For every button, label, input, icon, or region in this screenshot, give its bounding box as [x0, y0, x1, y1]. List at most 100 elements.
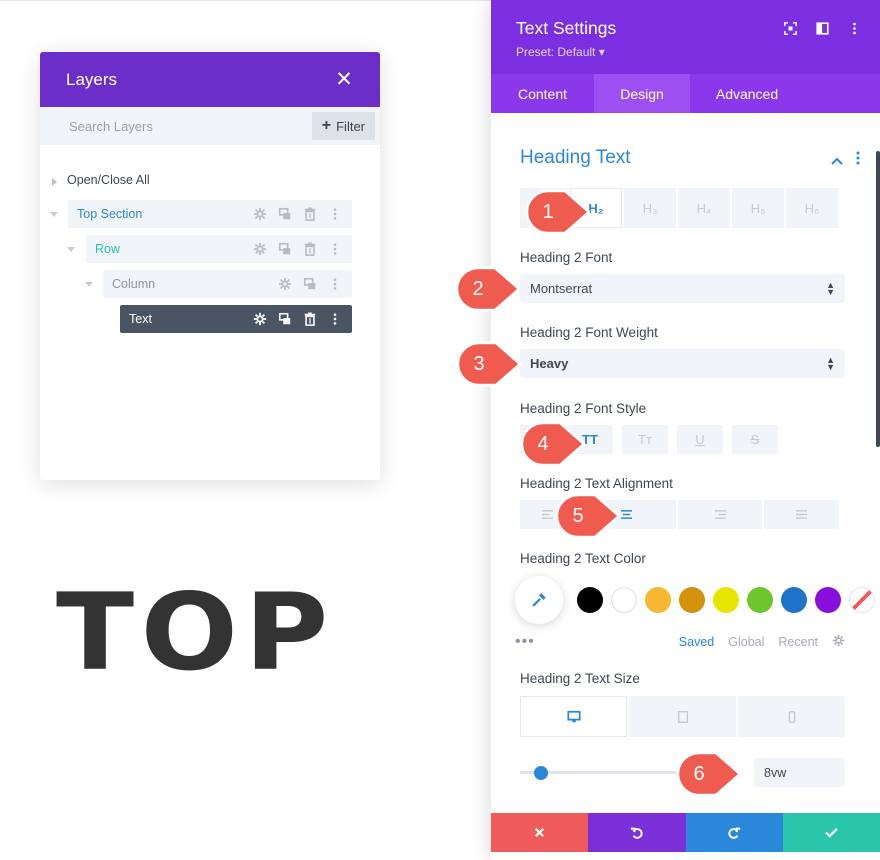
color-swatch[interactable] [679, 587, 705, 613]
more-icon[interactable] [327, 241, 343, 257]
text-color-label: Heading 2 Text Color [520, 551, 646, 566]
duplicate-icon[interactable] [277, 311, 293, 327]
filter-label: Filter [336, 118, 365, 134]
caret-down-icon[interactable] [67, 247, 75, 252]
layer-label: Text [129, 312, 152, 326]
tab-advanced[interactable]: Advanced [690, 74, 804, 113]
trash-icon[interactable] [302, 241, 318, 257]
layer-text-module[interactable]: Text [120, 305, 352, 333]
duplicate-icon[interactable] [277, 241, 293, 257]
more-icon[interactable] [846, 20, 862, 36]
palette-gear-icon[interactable] [832, 634, 845, 650]
layers-tree: Open/Close All Top Section Row Column Te… [40, 145, 380, 333]
trash-icon[interactable] [302, 311, 318, 327]
color-picker-row [515, 576, 875, 624]
open-close-all[interactable]: Open/Close All [67, 173, 150, 187]
layers-panel: Layers ✕ Search Layers + Filter Open/Clo… [40, 52, 380, 480]
color-swatch[interactable] [611, 587, 637, 613]
desktop-icon[interactable] [520, 696, 627, 737]
caret-down-icon[interactable] [50, 212, 58, 217]
callout-marker-3: 3 [456, 340, 524, 388]
color-swatch[interactable] [645, 587, 671, 613]
settings-title: Text Settings [516, 18, 617, 38]
more-icon[interactable] [327, 311, 343, 327]
plus-icon: + [321, 117, 332, 134]
callout-marker-4: 4 [520, 420, 588, 468]
underline-button[interactable]: U [677, 425, 723, 454]
callout-number: 6 [693, 762, 705, 785]
more-icon[interactable] [327, 206, 343, 222]
heading-tab-h6[interactable]: H₆ [786, 188, 838, 228]
phone-icon[interactable] [738, 696, 845, 737]
strikethrough-button[interactable]: S [732, 425, 778, 454]
font-style-label: Heading 2 Font Style [520, 401, 647, 416]
more-icon[interactable] [327, 276, 343, 292]
gear-icon[interactable] [277, 276, 293, 292]
callout-number: 5 [572, 504, 584, 527]
font-label: Heading 2 Font [520, 250, 613, 265]
section-title[interactable]: Heading Text [520, 147, 631, 169]
select-arrows-icon: ▲ ▼ [826, 354, 835, 372]
palette-tab-global[interactable]: Global [728, 635, 764, 649]
redo-button[interactable] [685, 813, 783, 852]
layers-header: Layers ✕ [40, 52, 380, 107]
color-swatch[interactable] [849, 587, 875, 613]
color-swatch[interactable] [815, 587, 841, 613]
heading-tab-h5[interactable]: H₅ [732, 188, 784, 228]
device-tabs [520, 696, 845, 737]
align-justify-button[interactable] [764, 500, 839, 529]
undo-button[interactable] [588, 813, 686, 852]
trash-icon[interactable] [302, 206, 318, 222]
chevron-up-icon[interactable] [831, 152, 843, 170]
color-swatch[interactable] [713, 587, 739, 613]
align-right-button[interactable] [678, 500, 762, 529]
layer-column[interactable]: Column [103, 270, 352, 298]
split-view-icon[interactable] [814, 20, 830, 36]
layers-title: Layers [66, 69, 118, 89]
close-icon[interactable]: ✕ [334, 67, 354, 92]
callout-marker-1: 1 [525, 188, 593, 236]
filter-button[interactable]: + Filter [311, 112, 375, 140]
color-swatch[interactable] [781, 587, 807, 613]
text-size-input[interactable] [754, 758, 845, 787]
more-colors-icon[interactable]: ••• [515, 633, 535, 651]
layer-label: Row [95, 242, 121, 256]
fullscreen-icon[interactable] [782, 20, 798, 36]
gear-icon[interactable] [252, 206, 268, 222]
font-weight-label: Heading 2 Font Weight [520, 325, 658, 340]
palette-tab-saved[interactable]: Saved [679, 635, 714, 649]
callout-number: 3 [473, 352, 485, 375]
caret-down-icon[interactable] [85, 282, 93, 287]
tab-design[interactable]: Design [594, 74, 690, 113]
scrollbar[interactable] [876, 151, 880, 447]
section-more-icon[interactable] [856, 151, 860, 170]
color-swatch[interactable] [747, 587, 773, 613]
layer-row[interactable]: Row [86, 235, 352, 263]
heading-tab-h3[interactable]: H₃ [624, 188, 676, 228]
preset-dropdown[interactable]: Preset: Default ▾ [516, 45, 605, 59]
font-select[interactable]: Montserrat ▲ ▼ [520, 274, 845, 303]
color-swatches [577, 587, 875, 613]
duplicate-icon[interactable] [277, 206, 293, 222]
duplicate-icon[interactable] [302, 276, 318, 292]
cancel-button[interactable] [491, 813, 589, 852]
layer-top-section[interactable]: Top Section [68, 200, 352, 228]
heading-tab-h4[interactable]: H₄ [678, 188, 730, 228]
tablet-icon[interactable] [629, 696, 736, 737]
gear-icon[interactable] [252, 241, 268, 257]
search-input[interactable]: Search Layers [69, 119, 153, 134]
save-button[interactable] [782, 813, 880, 852]
text-size-label: Heading 2 Text Size [520, 671, 640, 686]
slider-handle[interactable] [533, 765, 548, 780]
gear-icon[interactable] [252, 311, 268, 327]
eyedropper-icon[interactable] [515, 576, 563, 624]
font-weight-value: Heavy [530, 356, 569, 371]
font-weight-select[interactable]: Heavy ▲ ▼ [520, 349, 845, 378]
tab-content[interactable]: Content [491, 74, 594, 113]
callout-marker-2: 2 [455, 265, 523, 313]
settings-header: Text Settings Preset: Default ▾ [491, 0, 880, 74]
palette-tab-recent[interactable]: Recent [778, 635, 818, 649]
small-caps-button[interactable]: Tт [622, 425, 668, 454]
color-swatch[interactable] [577, 587, 603, 613]
callout-marker-5: 5 [555, 492, 623, 540]
